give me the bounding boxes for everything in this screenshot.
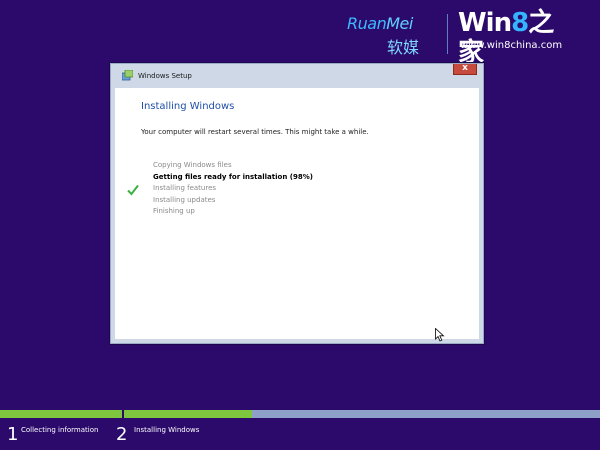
win8-site: www.win8china.com	[460, 40, 563, 51]
step-installing-updates: Installing updates	[153, 195, 216, 204]
stage-number: 2	[116, 424, 128, 445]
progress-fill	[0, 410, 252, 418]
stage-installing-windows: 2 Installing Windows	[116, 420, 236, 450]
close-button[interactable]: x	[453, 63, 477, 75]
checkmark-icon	[127, 184, 139, 196]
setup-dialog: Windows Setup x Installing Windows Your …	[110, 63, 484, 344]
ruanmei-logo: RuanMei 软媒	[347, 8, 437, 58]
stage-label: Collecting information	[21, 426, 99, 434]
dialog-content: Installing Windows Your computer will re…	[115, 88, 479, 342]
step-copying-files: Copying Windows files	[153, 161, 232, 169]
stage-number: 1	[7, 424, 19, 445]
windows-setup-icon	[122, 70, 133, 81]
close-icon: x	[462, 63, 468, 73]
win8-brand: Win8之家	[458, 8, 554, 68]
stage-label: Installing Windows	[134, 426, 200, 434]
install-steps-list: Copying Windows files Getting files read…	[153, 160, 313, 218]
step-finishing-up: Finishing up	[153, 207, 195, 215]
stage-collecting-information: 1 Collecting information	[7, 420, 117, 450]
watermark-divider	[447, 14, 448, 54]
page-title: Installing Windows	[141, 101, 235, 112]
win8china-logo: Win8之家 www.win8china.com	[458, 8, 578, 68]
overall-progress-bar	[0, 410, 600, 418]
mouse-cursor-icon	[435, 328, 445, 342]
progress-stage-divider	[122, 410, 124, 418]
ruanmei-brand-en: RuanMei	[347, 14, 413, 33]
step-installing-features: Installing features	[153, 184, 217, 192]
ruanmei-brand-cn: 软媒	[387, 38, 420, 57]
dialog-titlebar[interactable]: Windows Setup x	[111, 63, 483, 88]
restart-notice: Your computer will restart several times…	[141, 128, 369, 136]
step-getting-files-ready: Getting files ready for installation (98…	[153, 172, 313, 181]
dialog-title: Windows Setup	[138, 72, 192, 80]
watermark-logo: RuanMei 软媒 Win8之家 www.win8china.com	[347, 8, 578, 68]
